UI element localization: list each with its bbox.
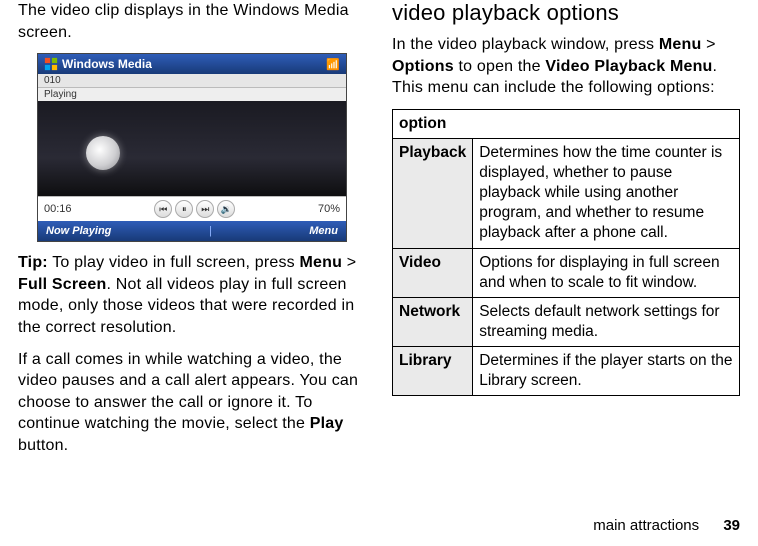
play-word: Play: [310, 415, 344, 432]
progress-percent: 70%: [318, 203, 340, 215]
call-post: button.: [18, 437, 68, 454]
option-header: option: [393, 109, 740, 138]
row-desc-video: Options for displaying in full screen an…: [473, 248, 740, 297]
play-status: Playing: [44, 89, 77, 100]
row-label-library: Library: [393, 347, 473, 396]
table-row: Library Determines if the player starts …: [393, 347, 740, 396]
call-pre: If a call comes in while watching a vide…: [18, 351, 358, 433]
call-paragraph: If a call comes in while watching a vide…: [18, 349, 366, 457]
player-subbar: 010: [38, 74, 346, 88]
player-statusline: Playing: [38, 88, 346, 101]
lead-paragraph: In the video playback window, press Menu…: [392, 34, 740, 99]
tip-gt: >: [342, 254, 356, 271]
player-title-text: Windows Media: [62, 57, 152, 71]
prev-icon: ⏮: [154, 200, 172, 218]
lead-mid: to open the: [454, 58, 546, 75]
row-desc-library: Determines if the player starts on the L…: [473, 347, 740, 396]
tip-pre: To play video in full screen, press: [48, 254, 300, 271]
lead-menu-word: Menu: [659, 36, 702, 53]
lead-options-word: Options: [392, 58, 454, 75]
table-header-row: option: [393, 109, 740, 138]
player-controls-bar: 00:16 ⏮ ⏸ ⏭ 🔉 70%: [38, 196, 346, 221]
row-label-video: Video: [393, 248, 473, 297]
lead-vpm-word: Video Playback Menu: [545, 58, 712, 75]
video-frame: [38, 101, 346, 196]
lead-gt: >: [701, 36, 715, 53]
player-titlebar: Windows Media 📶: [38, 54, 346, 74]
track-number: 010: [44, 75, 61, 86]
tip-fullscreen-word: Full Screen: [18, 276, 106, 293]
tip-menu-word: Menu: [300, 254, 343, 271]
moon-icon: [86, 136, 120, 170]
page-footer: main attractions 39: [593, 517, 740, 534]
row-desc-network: Selects default network settings for str…: [473, 297, 740, 346]
windows-flag-icon: [44, 57, 58, 71]
media-player-screenshot: Windows Media 📶 010 Playing 00:16 ⏮ ⏸ ⏭ …: [37, 53, 347, 242]
right-softkey: Menu: [309, 225, 338, 237]
row-label-network: Network: [393, 297, 473, 346]
section-heading: video playback options: [392, 0, 740, 26]
volume-icon: 🔉: [217, 200, 235, 218]
table-row: Video Options for displaying in full scr…: [393, 248, 740, 297]
signal-icon: 📶: [326, 58, 340, 71]
options-table: option Playback Determines how the time …: [392, 109, 740, 397]
pause-icon: ⏸: [175, 200, 193, 218]
intro-text: The video clip displays in the Windows M…: [18, 0, 366, 43]
left-softkey: Now Playing: [46, 225, 111, 237]
softkey-divider-icon: |: [209, 225, 212, 237]
elapsed-time: 00:16: [44, 203, 72, 215]
row-label-playback: Playback: [393, 138, 473, 248]
table-row: Playback Determines how the time counter…: [393, 138, 740, 248]
footer-section: main attractions: [593, 517, 699, 534]
tip-label: Tip:: [18, 254, 48, 271]
row-desc-playback: Determines how the time counter is displ…: [473, 138, 740, 248]
tip-paragraph: Tip: To play video in full screen, press…: [18, 252, 366, 338]
table-row: Network Selects default network settings…: [393, 297, 740, 346]
next-icon: ⏭: [196, 200, 214, 218]
lead-pre: In the video playback window, press: [392, 36, 659, 53]
softkey-bar: Now Playing | Menu: [38, 221, 346, 241]
page-number: 39: [723, 517, 740, 534]
